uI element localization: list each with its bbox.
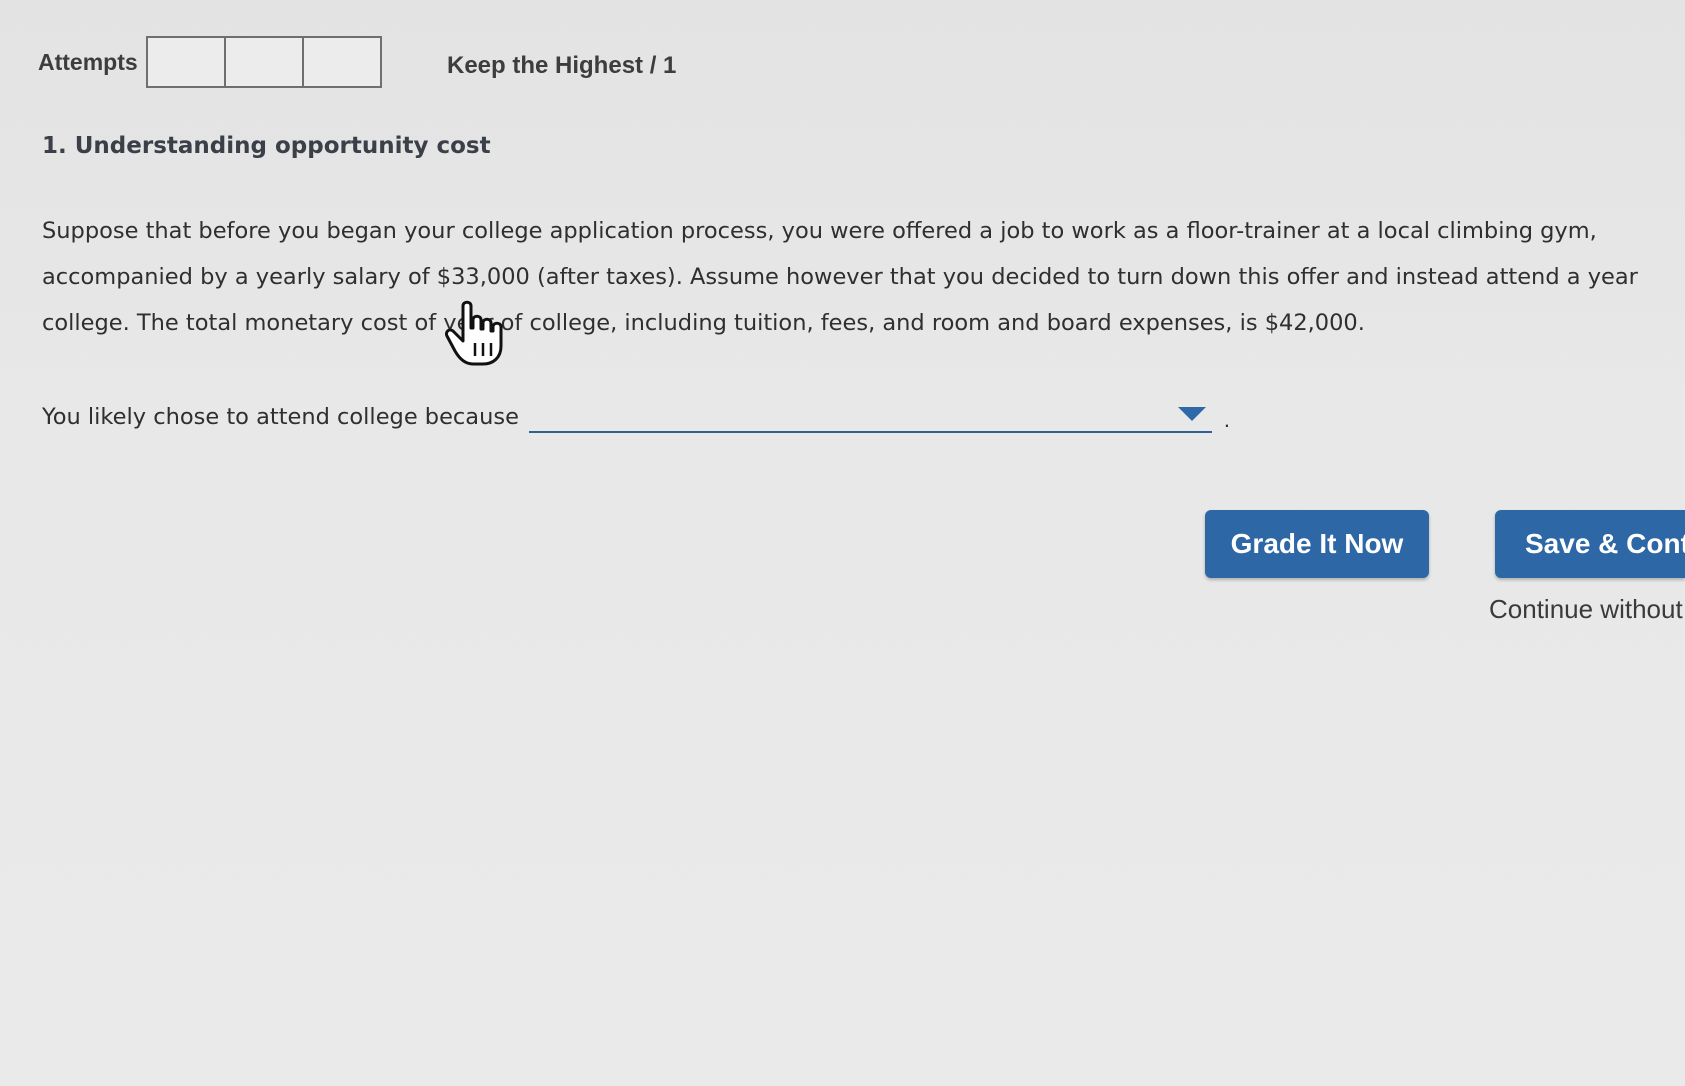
question-title: 1. Understanding opportunity cost	[42, 133, 491, 159]
prompt-suffix: .	[1223, 407, 1231, 432]
assignment-page: Attempts Keep the Highest / 1 1. Underst…	[0, 0, 1685, 1086]
save-and-continue-label: Save & Conti	[1525, 528, 1685, 559]
attempt-box	[147, 38, 226, 86]
dropdown-arrow-icon[interactable]	[1177, 407, 1206, 421]
attempt-box	[225, 38, 304, 86]
grade-it-now-button[interactable]: Grade It Now	[1205, 510, 1429, 578]
question-body-line: Suppose that before you began your colle…	[42, 218, 1597, 244]
hand-pointer-icon	[445, 300, 503, 366]
prompt-row: You likely chose to attend college becau…	[42, 395, 1230, 433]
attempt-box	[303, 38, 380, 86]
attempts-row: Attempts	[38, 36, 382, 88]
continue-without-saving-link[interactable]: Continue without	[1489, 594, 1683, 625]
question-body: Suppose that before you began your colle…	[42, 208, 1685, 346]
save-and-continue-button[interactable]: Save & Conti	[1495, 510, 1685, 578]
keep-highest-label: Keep the Highest / 1	[447, 52, 677, 79]
question-body-line: college. The total monetary cost of year…	[42, 310, 1365, 336]
attempt-boxes	[145, 36, 382, 88]
prompt-text: You likely chose to attend college becau…	[42, 404, 519, 430]
grade-it-now-label: Grade It Now	[1230, 528, 1404, 559]
question-body-line: accompanied by a yearly salary of $33,00…	[42, 264, 1638, 290]
attempts-label: Attempts	[38, 48, 138, 75]
answer-dropdown[interactable]	[528, 395, 1212, 433]
